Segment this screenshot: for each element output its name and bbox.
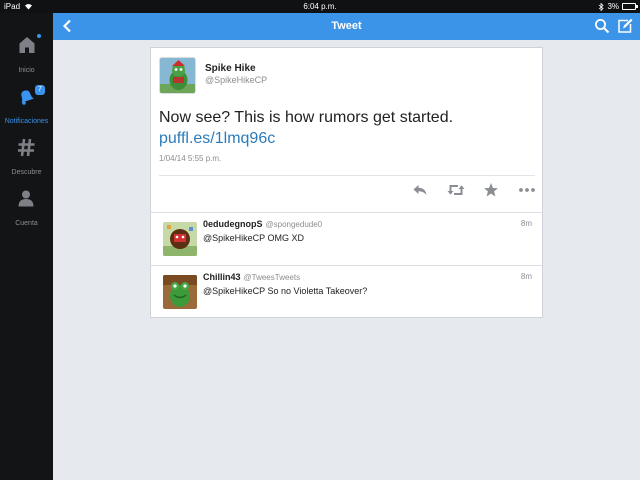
retweet-icon xyxy=(447,185,465,195)
list-item[interactable]: 0edudegnopS @spongedude0 @SpikeHikeCP OMG… xyxy=(151,212,542,264)
reply-author-name[interactable]: Chillin43 xyxy=(203,272,241,282)
reply-time: 8m xyxy=(520,219,532,228)
tweet-body: Now see? This is how rumors get started. xyxy=(159,109,454,126)
more-button[interactable] xyxy=(518,182,536,198)
sidebar-item-label: Inicio xyxy=(18,67,35,74)
reply-text: @SpikeHikeCP So no Violetta Takeover? xyxy=(203,286,368,296)
sidebar-item-notificaciones[interactable]: 7 Notificaciones xyxy=(0,83,53,129)
bell-icon xyxy=(21,90,34,105)
nav-bar: Tweet xyxy=(53,13,640,40)
battery-icon xyxy=(622,3,638,10)
new-dot xyxy=(37,34,41,38)
avatar[interactable] xyxy=(163,222,197,256)
retweet-button[interactable] xyxy=(447,182,465,198)
sidebar-item-label: Cuenta xyxy=(15,220,38,227)
search-button[interactable] xyxy=(594,18,610,34)
tweet-author-handle[interactable]: @SpikeHikeCP xyxy=(205,75,267,85)
compose-button[interactable] xyxy=(617,18,633,34)
divider xyxy=(159,175,535,176)
avatar[interactable] xyxy=(159,57,196,94)
avatar-image xyxy=(163,275,197,309)
bluetooth-icon xyxy=(599,2,605,11)
sidebar-item-inicio[interactable]: Inicio xyxy=(0,32,53,78)
avatar-image xyxy=(160,58,195,93)
reply-text: @SpikeHikeCP OMG XD xyxy=(203,233,304,243)
star-icon xyxy=(484,183,498,197)
reply-button[interactable] xyxy=(412,182,428,198)
reply-icon xyxy=(413,185,427,195)
person-icon xyxy=(18,190,34,207)
page-title: Tweet xyxy=(331,20,362,32)
reply-author-handle[interactable]: @TweesTweets xyxy=(244,273,301,282)
battery-percent: 3% xyxy=(607,2,619,11)
notification-badge: 7 xyxy=(35,85,45,95)
search-icon xyxy=(595,19,610,34)
tweet-text: Now see? This is how rumors get started.… xyxy=(159,107,537,149)
reply-author-handle[interactable]: @spongedude0 xyxy=(266,220,323,229)
tweet-actions xyxy=(151,182,544,198)
tweet-author-name[interactable]: Spike Hike xyxy=(205,63,256,74)
sidebar-item-cuenta[interactable]: Cuenta xyxy=(0,185,53,231)
status-bar: iPad 6:04 p.m. 3% xyxy=(0,0,640,13)
sidebar: Inicio 7 Notificaciones Descubre Cuenta xyxy=(0,13,53,480)
sidebar-item-descubre[interactable]: Descubre xyxy=(0,134,53,180)
reply-author: Chillin43 @TweesTweets xyxy=(203,272,300,282)
tweet-detail-card: Spike Hike @SpikeHikeCP Now see? This is… xyxy=(150,47,543,318)
avatar[interactable] xyxy=(163,275,197,309)
favorite-button[interactable] xyxy=(483,182,499,198)
hashtag-icon xyxy=(18,138,35,157)
home-icon xyxy=(19,37,35,53)
reply-author: 0edudegnopS @spongedude0 xyxy=(203,219,322,229)
reply-time: 8m xyxy=(520,272,532,281)
reply-author-name[interactable]: 0edudegnopS xyxy=(203,219,263,229)
tweet-timestamp: 1/04/14 5:55 p.m. xyxy=(159,154,222,163)
sidebar-item-label: Notificaciones xyxy=(4,118,49,125)
compose-icon xyxy=(618,18,633,33)
tweet-link[interactable]: puffl.es/1lmq96c xyxy=(159,130,275,147)
sidebar-item-label: Descubre xyxy=(11,169,42,176)
list-item[interactable]: Chillin43 @TweesTweets @SpikeHikeCP So no… xyxy=(151,265,542,317)
avatar-image xyxy=(163,222,197,256)
more-icon xyxy=(519,188,535,192)
status-time: 6:04 p.m. xyxy=(303,2,337,11)
